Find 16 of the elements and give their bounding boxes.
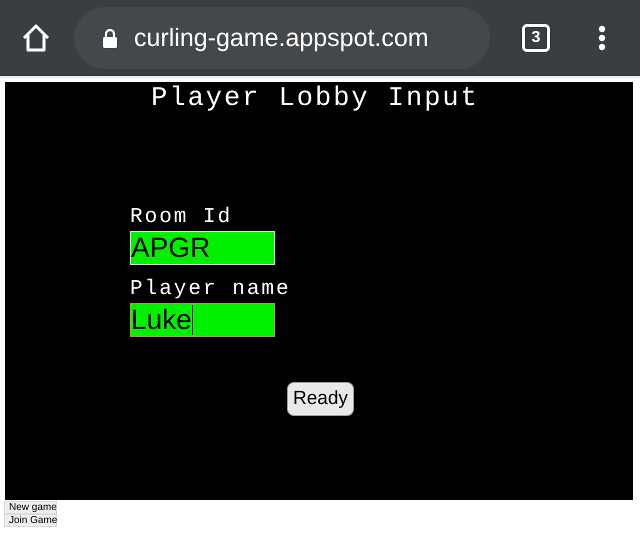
ready-button[interactable]: Ready (287, 382, 354, 416)
input-field[interactable]: APGR (130, 231, 275, 265)
address-bar[interactable]: curling-game.appspot.com (74, 7, 490, 69)
menu-button[interactable]: Join Game (4, 514, 57, 527)
field-value: Luke (131, 306, 192, 334)
input-field[interactable]: Luke (130, 303, 275, 337)
tab-count[interactable]: 3 (522, 24, 550, 52)
lock-icon (102, 28, 118, 48)
field-label: Player name (130, 278, 292, 301)
lobby-title: Player Lobby Input (150, 83, 480, 114)
menu-button[interactable]: New game (4, 501, 57, 514)
home-icon[interactable] (21, 23, 51, 53)
field-label: Room Id (130, 206, 234, 229)
field-value: APGR (131, 234, 210, 262)
url-text: curling-game.appspot.com (134, 24, 429, 52)
menu-icon[interactable] (598, 25, 606, 51)
